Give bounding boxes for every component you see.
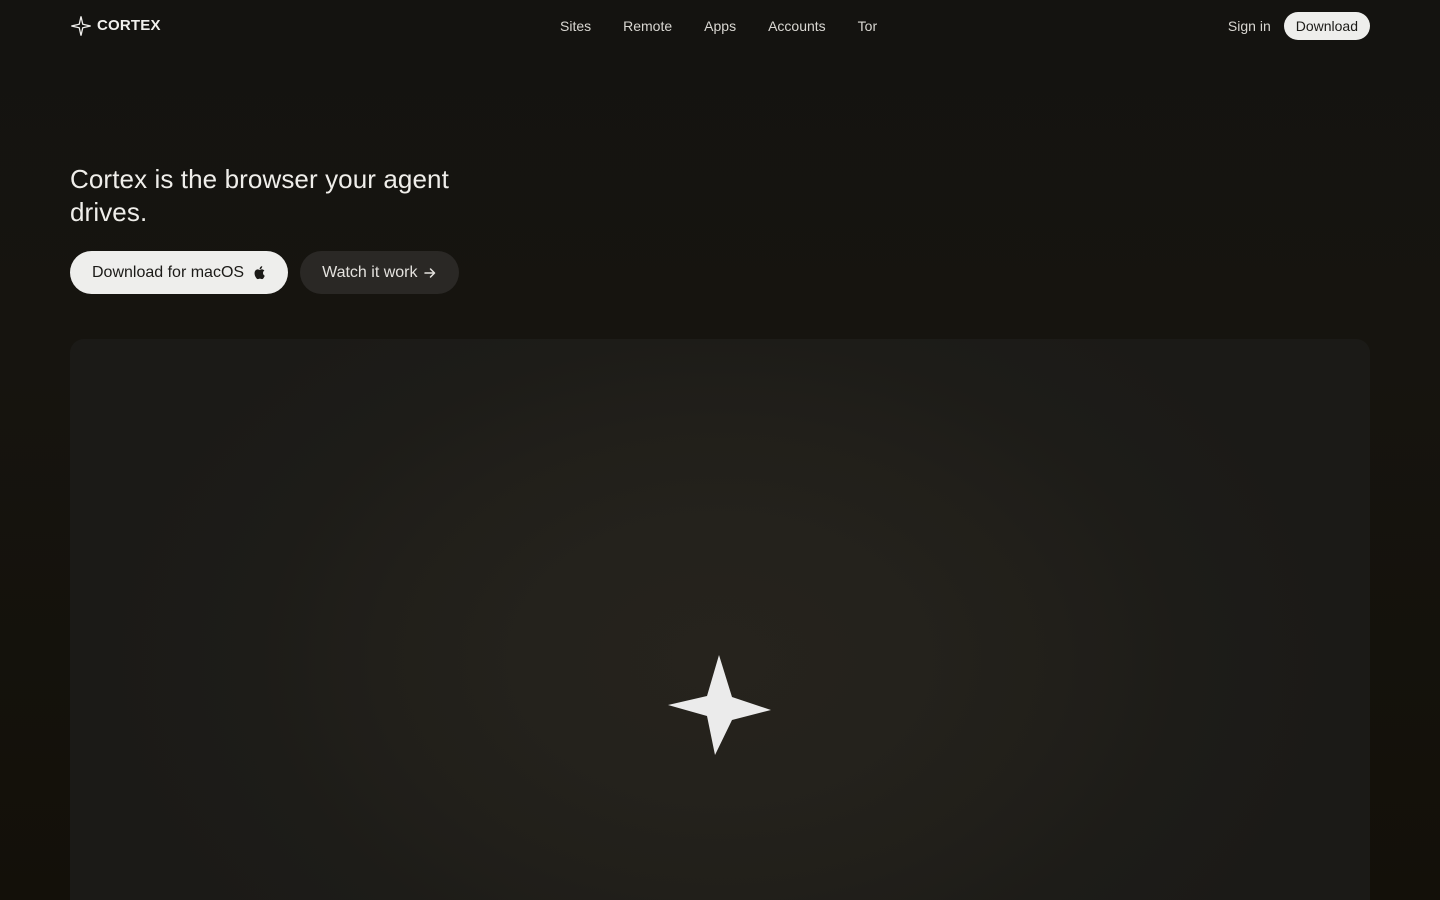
page: CORTEX Sites Remote Apps Accounts Tor Si…: [0, 0, 1440, 900]
arrow-right-icon: [424, 267, 436, 278]
top-nav: CORTEX Sites Remote Apps Accounts Tor Si…: [0, 0, 1440, 52]
nav-actions: Sign in Download: [1228, 12, 1370, 40]
watch-it-work-button[interactable]: Watch it work: [300, 251, 460, 294]
download-macos-button[interactable]: Download for macOS: [70, 251, 289, 294]
hero: Cortex is the browser your agent drives.: [70, 163, 530, 229]
nav-link-tor[interactable]: Tor: [858, 16, 877, 36]
nav-link-remote[interactable]: Remote: [623, 16, 672, 36]
four-point-star-icon: [668, 655, 771, 755]
apple-icon: [254, 266, 265, 280]
hero-title: Cortex is the browser your agent drives.: [70, 164, 449, 227]
nav-link-accounts[interactable]: Accounts: [768, 16, 826, 36]
nav-links: Sites Remote Apps Accounts Tor: [560, 16, 877, 36]
brand-name: CORTEX: [97, 17, 161, 34]
watch-it-work-label: Watch it work: [322, 263, 418, 281]
download-macos-label: Download for macOS: [92, 263, 245, 281]
nav-link-apps[interactable]: Apps: [704, 16, 736, 36]
nav-link-sites[interactable]: Sites: [560, 16, 591, 36]
sign-in-link[interactable]: Sign in: [1228, 16, 1271, 36]
brand-logo-link[interactable]: CORTEX: [70, 15, 161, 37]
hero-cta-row: Download for macOS Watch it work: [70, 251, 460, 294]
hero-media-panel: [70, 339, 1370, 900]
sparkle-outline-icon: [71, 16, 91, 36]
nav-download-button[interactable]: Download: [1283, 12, 1370, 40]
